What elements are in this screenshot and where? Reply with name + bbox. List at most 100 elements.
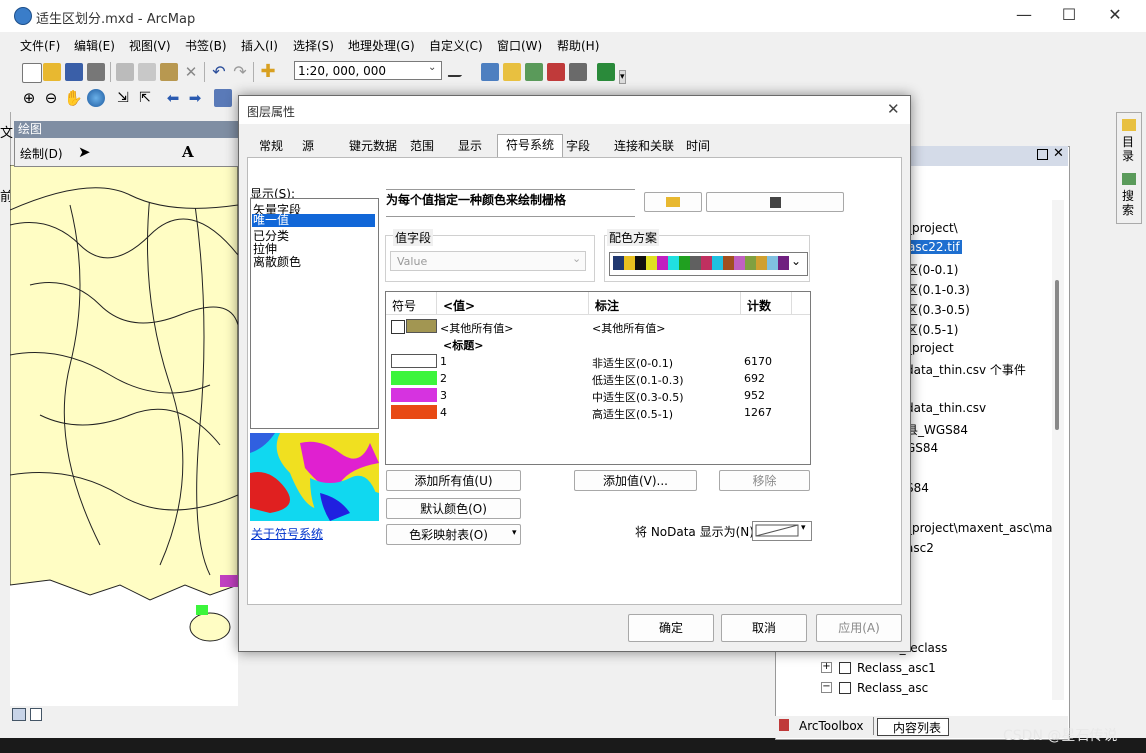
- menu-insert[interactable]: 插入(I): [241, 37, 278, 54]
- column-header-value[interactable]: <值>: [443, 297, 475, 314]
- python-window-icon[interactable]: [569, 63, 587, 81]
- menu-windows[interactable]: 窗口(W): [497, 37, 542, 54]
- catalog-side-tab[interactable]: 目录: [1122, 135, 1136, 163]
- toolbar-overflow-icon[interactable]: ▾: [619, 70, 626, 84]
- dialog-close-icon[interactable]: ✕: [887, 100, 900, 118]
- pan-hand-icon[interactable]: ✋: [64, 89, 83, 107]
- toc-row[interactable]: _project: [906, 341, 954, 355]
- toc-row[interactable]: 区(0.3-0.5): [906, 301, 970, 318]
- search-window-icon[interactable]: [525, 63, 543, 81]
- about-symbology-link[interactable]: 关于符号系统: [251, 525, 323, 542]
- heading-row[interactable]: <标题>: [443, 337, 483, 353]
- class-swatch-1[interactable]: [391, 354, 437, 368]
- class-swatch-3[interactable]: [391, 388, 437, 402]
- fixed-zoom-out-icon[interactable]: ⇱: [136, 89, 154, 107]
- other-values-value[interactable]: <其他所有值>: [440, 320, 513, 336]
- delete-icon[interactable]: ✕: [182, 63, 200, 81]
- undo-icon[interactable]: ↶: [210, 63, 228, 81]
- data-view-icon[interactable]: [12, 708, 26, 721]
- print-icon[interactable]: [87, 63, 105, 81]
- catalog-window-icon[interactable]: [481, 63, 499, 81]
- value-field-select[interactable]: Value: [390, 251, 586, 271]
- model-builder-icon[interactable]: [597, 63, 615, 81]
- layer-visibility-checkbox[interactable]: [839, 682, 851, 694]
- search-side-tab[interactable]: 搜索: [1122, 189, 1136, 217]
- arctoolbox-icon[interactable]: [547, 63, 565, 81]
- new-document-icon[interactable]: [22, 63, 42, 83]
- menu-customize[interactable]: 自定义(C): [429, 37, 483, 54]
- toc-window-icon[interactable]: [503, 63, 521, 81]
- save-icon[interactable]: [65, 63, 83, 81]
- other-values-swatch[interactable]: [406, 319, 437, 333]
- toc-row[interactable]: _project\: [906, 221, 958, 235]
- zoom-out-icon[interactable]: ⊖: [42, 89, 60, 107]
- forward-arrow-icon[interactable]: ➡: [186, 89, 204, 107]
- tab-symbology[interactable]: 符号系统: [497, 134, 563, 158]
- tab-joins-relates[interactable]: 连接和关联: [609, 136, 679, 156]
- show-other-values-checkbox[interactable]: [391, 320, 405, 334]
- copy-icon[interactable]: [138, 63, 156, 81]
- unique-values-table[interactable]: 符号 <值> 标注 计数 <其他所有值> <其他所有值> <标题> 1 非适生区…: [385, 291, 811, 465]
- column-header-label[interactable]: 标注: [595, 297, 619, 314]
- column-header-symbol[interactable]: 符号: [392, 297, 416, 314]
- add-values-button[interactable]: 添加值(V)...: [574, 470, 697, 491]
- cut-icon[interactable]: [116, 63, 134, 81]
- select-features-icon[interactable]: [214, 89, 232, 107]
- class-label[interactable]: 低适生区(0.1-0.3): [592, 372, 684, 388]
- other-values-label[interactable]: <其他所有值>: [592, 320, 665, 336]
- menu-view[interactable]: 视图(V): [129, 37, 171, 54]
- class-swatch-4[interactable]: [391, 405, 437, 419]
- toc-row[interactable]: 区(0.5-1): [906, 321, 958, 338]
- cancel-button[interactable]: 取消: [721, 614, 807, 642]
- toc-row[interactable]: 区(0-0.1): [906, 261, 958, 278]
- renderer-item-discrete-color[interactable]: 离散颜色: [253, 253, 301, 270]
- tab-general[interactable]: 常规: [251, 136, 291, 156]
- renderer-list[interactable]: 矢量字段 唯一值 已分类 拉伸 离散颜色: [250, 198, 379, 429]
- nodata-color-select[interactable]: ▾: [752, 521, 812, 541]
- scale-dropdown-icon[interactable]: ⌄: [428, 62, 436, 73]
- open-folder-icon[interactable]: [43, 63, 61, 81]
- select-element-icon[interactable]: ➤: [78, 143, 91, 161]
- column-header-count[interactable]: 计数: [747, 297, 771, 314]
- toc-row[interactable]: _project\maxent_asc\ma:: [906, 521, 1057, 535]
- save-layer-file-button[interactable]: [706, 192, 844, 212]
- toc-row[interactable]: data_thin.csv 个事件: [906, 361, 1026, 378]
- color-scheme-select[interactable]: ⌄: [609, 252, 808, 276]
- collapse-minus-icon[interactable]: −: [821, 682, 832, 693]
- menu-help[interactable]: 帮助(H): [557, 37, 599, 54]
- tab-source[interactable]: 源: [295, 136, 321, 156]
- tab-table-of-contents[interactable]: 内容列表: [893, 719, 941, 736]
- expand-plus-icon[interactable]: +: [821, 662, 832, 673]
- class-value[interactable]: 2: [440, 372, 447, 385]
- import-symbology-button[interactable]: [644, 192, 702, 212]
- tab-arctoolbox[interactable]: ArcToolbox: [799, 719, 863, 733]
- toc-row[interactable]: Reclass_asc: [857, 681, 928, 695]
- text-tool-icon[interactable]: A: [182, 143, 194, 161]
- map-display[interactable]: [9, 164, 239, 710]
- menu-selection[interactable]: 选择(S): [293, 37, 334, 54]
- colormap-menu-button[interactable]: 色彩映射表(O): [386, 524, 521, 545]
- toc-row[interactable]: 县_WGS84: [906, 421, 968, 438]
- tab-time[interactable]: 时间: [681, 136, 715, 156]
- maximize-button[interactable]: ☐: [1049, 4, 1089, 28]
- draw-menu-button[interactable]: 绘制(D): [20, 145, 63, 162]
- tab-extent[interactable]: 范围: [405, 136, 439, 156]
- toc-scrollbar-thumb[interactable]: [1055, 280, 1059, 430]
- remove-button[interactable]: 移除: [719, 470, 810, 491]
- close-button[interactable]: ✕: [1095, 4, 1135, 28]
- toc-row-selected[interactable]: asc22.tif: [906, 240, 962, 254]
- class-value[interactable]: 3: [440, 389, 447, 402]
- toc-row[interactable]: Reclass_asc1: [857, 661, 936, 675]
- zoom-in-icon[interactable]: ⊕: [20, 89, 38, 107]
- add-all-values-button[interactable]: 添加所有值(U): [386, 470, 521, 491]
- map-scale-input[interactable]: 1:20, 000, 000: [294, 61, 442, 80]
- paste-icon[interactable]: [160, 63, 178, 81]
- ok-button[interactable]: 确定: [628, 614, 714, 642]
- class-swatch-2[interactable]: [391, 371, 437, 385]
- toc-row[interactable]: 区(0.1-0.3): [906, 281, 970, 298]
- redo-icon[interactable]: ↷: [231, 63, 249, 81]
- class-label[interactable]: 中适生区(0.3-0.5): [592, 389, 684, 405]
- toc-scrollbar[interactable]: [1052, 200, 1064, 700]
- toc-maximize-icon[interactable]: [1037, 149, 1048, 160]
- renderer-item-unique-values[interactable]: 唯一值: [253, 214, 289, 227]
